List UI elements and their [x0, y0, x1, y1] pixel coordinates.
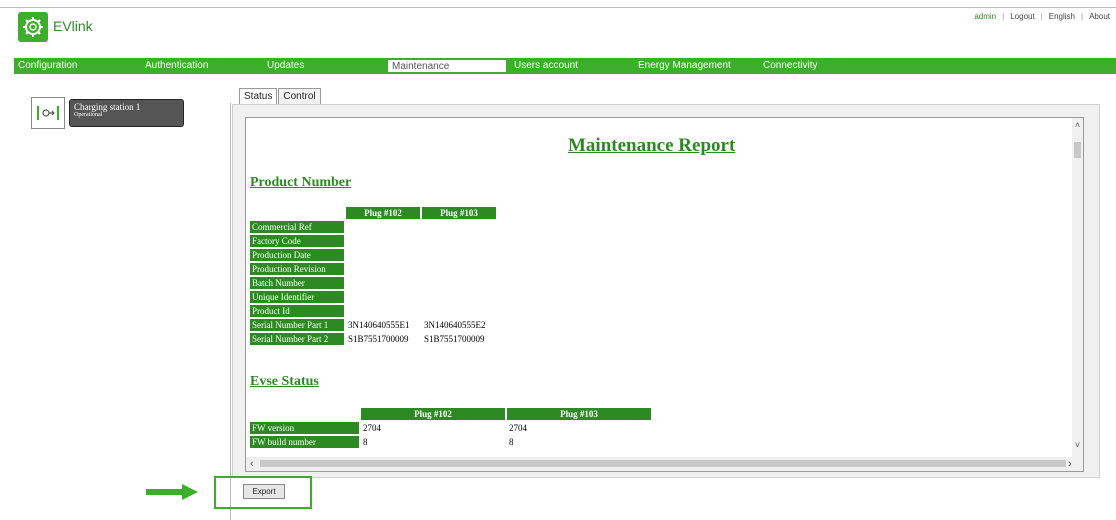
top-divider — [0, 7, 1116, 8]
cell — [346, 235, 420, 247]
scroll-thumb[interactable] — [260, 460, 1066, 467]
row-label: Commercial Ref — [250, 221, 344, 233]
cell — [422, 291, 496, 303]
tab-maintenance[interactable]: Maintenance — [387, 59, 507, 73]
row-label: Batch Number — [250, 277, 344, 289]
row-label: Product Id — [250, 305, 344, 317]
cell: S1B7551700009 — [348, 334, 409, 344]
cell — [346, 305, 420, 317]
table-header-row: Plug #102 Plug #103 — [250, 408, 651, 420]
cell — [422, 305, 496, 317]
cell: 3N140640555E1 — [348, 320, 410, 330]
row-label: Serial Number Part 2 — [250, 333, 344, 345]
table-row: FW build number 8 8 — [250, 436, 651, 448]
row-label: Unique Identifier — [250, 291, 344, 303]
table-row: FW version 2704 2704 — [250, 422, 651, 434]
table-row: Serial Number Part 2 S1B7551700009 S1B75… — [250, 333, 496, 345]
cell — [346, 221, 420, 233]
separator: | — [1040, 12, 1043, 21]
cell — [422, 263, 496, 275]
cell: 3N140640555E2 — [424, 320, 486, 330]
table-row: Commercial Ref — [250, 221, 496, 233]
table-row: Serial Number Part 1 3N140640555E1 3N140… — [250, 319, 496, 331]
table-header-row: Plug #102 Plug #103 — [250, 207, 496, 219]
station-label[interactable]: Charging station 1 Operational — [69, 99, 184, 127]
horizontal-scrollbar[interactable]: ‹ › — [246, 457, 1083, 471]
charging-station-card[interactable]: Charging station 1 Operational — [31, 97, 184, 129]
export-button[interactable]: Export — [243, 484, 285, 499]
cell — [422, 235, 496, 247]
row-label: Production Revision — [250, 263, 344, 275]
evse-status-table: Plug #102 Plug #103 FW version 2704 2704… — [248, 406, 653, 450]
main-nav: Configuration Authentication Updates Mai… — [14, 58, 1116, 74]
evlink-logo-icon — [18, 12, 48, 42]
sub-tabs: Status Control — [239, 88, 322, 105]
row-label: FW build number — [250, 436, 359, 448]
scroll-left-icon[interactable]: ‹ — [250, 457, 254, 471]
scroll-up-icon[interactable]: ˄ — [1072, 120, 1083, 130]
cell: 2704 — [363, 423, 381, 433]
separator: | — [1081, 12, 1084, 21]
table-row: Factory Code — [250, 235, 496, 247]
station-status: Operational — [74, 112, 103, 118]
logout-link[interactable]: Logout — [1010, 12, 1034, 21]
cell — [346, 263, 420, 275]
cell — [422, 221, 496, 233]
cell — [346, 249, 420, 261]
row-label: Production Date — [250, 249, 344, 261]
sidebar-divider — [230, 103, 231, 520]
report-frame: Maintenance Report Product Number Plug #… — [245, 117, 1084, 472]
evse-status-heading: Evse Status — [250, 374, 319, 389]
tab-users-account[interactable]: Users account — [510, 58, 625, 74]
column-header: Plug #103 — [422, 207, 496, 219]
top-links: admin | Logout | English | About — [974, 12, 1110, 21]
row-label: FW version — [250, 422, 359, 434]
right-arrow-icon — [146, 484, 198, 500]
vertical-scrollbar[interactable]: ˄ ˅ — [1072, 118, 1083, 458]
admin-link[interactable]: admin — [974, 12, 996, 21]
cell — [346, 291, 420, 303]
language-link[interactable]: English — [1049, 12, 1075, 21]
tab-status[interactable]: Status — [239, 88, 278, 105]
table-row: Product Id — [250, 305, 496, 317]
table-row: Unique Identifier — [250, 291, 496, 303]
cell: 8 — [363, 437, 368, 447]
table-row: Batch Number — [250, 277, 496, 289]
column-header: Plug #102 — [346, 207, 420, 219]
plug-icon — [31, 97, 65, 129]
product-number-table: Plug #102 Plug #103 Commercial Ref Facto… — [248, 205, 498, 347]
cell: 8 — [509, 437, 514, 447]
row-label: Serial Number Part 1 — [250, 319, 344, 331]
station-name: Charging station 1 — [74, 102, 141, 112]
column-header: Plug #103 — [507, 408, 651, 420]
tab-configuration[interactable]: Configuration — [14, 58, 124, 74]
cell: S1B7551700009 — [424, 334, 485, 344]
scroll-thumb[interactable] — [1074, 142, 1081, 158]
separator: | — [1002, 12, 1005, 21]
tab-authentication[interactable]: Authentication — [141, 58, 256, 74]
table-row: Production Date — [250, 249, 496, 261]
tab-connectivity[interactable]: Connectivity — [759, 58, 879, 74]
about-link[interactable]: About — [1089, 12, 1110, 21]
product-number-heading: Product Number — [250, 175, 352, 190]
brand-name: EVlink — [53, 18, 93, 34]
tab-energy-management[interactable]: Energy Management — [634, 58, 754, 74]
table-row: Production Revision — [250, 263, 496, 275]
cell — [422, 277, 496, 289]
report-content: Maintenance Report Product Number Plug #… — [246, 118, 1074, 458]
report-title: Maintenance Report — [568, 135, 736, 156]
scroll-right-icon[interactable]: › — [1068, 457, 1072, 471]
column-header: Plug #102 — [361, 408, 505, 420]
cell — [346, 277, 420, 289]
cell: 2704 — [509, 423, 527, 433]
row-label: Factory Code — [250, 235, 344, 247]
scroll-down-icon[interactable]: ˅ — [1072, 440, 1083, 450]
tab-control[interactable]: Control — [278, 88, 321, 105]
tab-updates[interactable]: Updates — [263, 58, 378, 74]
cell — [422, 249, 496, 261]
